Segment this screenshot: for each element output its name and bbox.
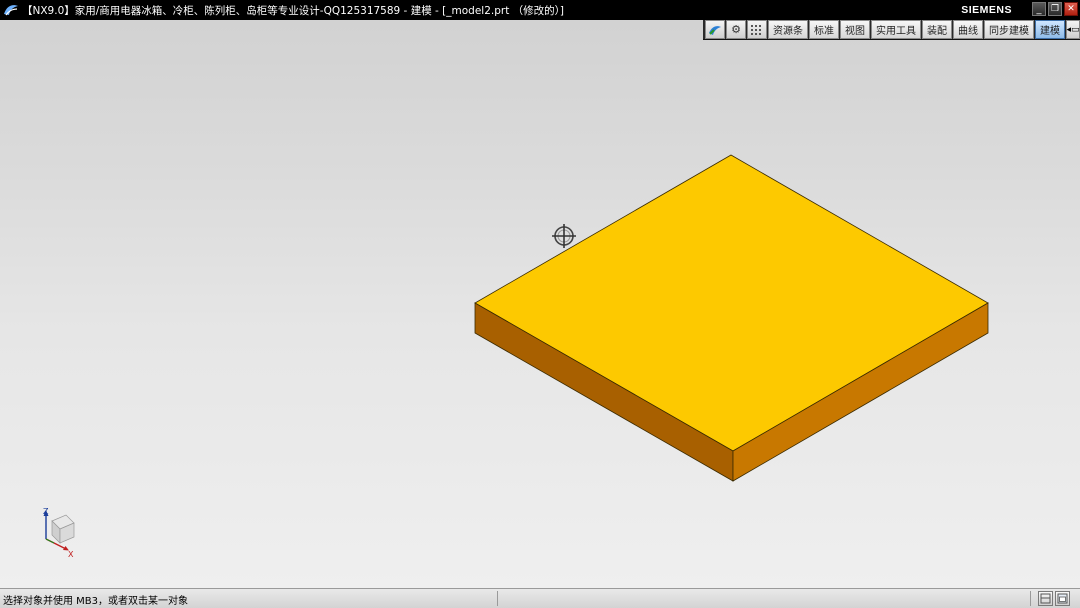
tab-view[interactable]: 视图 (840, 20, 870, 39)
toggle-fullscreen-icon[interactable] (1038, 591, 1053, 606)
tab-synchronous-modeling[interactable]: 同步建模 (984, 20, 1034, 39)
status-bar: 选择对象并使用 MB3，或者双击某一对象 (0, 588, 1080, 608)
minimize-icon: _ (1036, 3, 1042, 15)
ribbon-options-icon[interactable]: ◂▭ (1066, 20, 1080, 39)
close-icon: ✕ (1067, 4, 1075, 14)
status-divider (497, 591, 498, 606)
tab-resource-bar[interactable]: 资源条 (768, 20, 808, 39)
nx-logo-icon[interactable] (2, 1, 20, 19)
tab-assembly[interactable]: 装配 (922, 20, 952, 39)
restore-button[interactable]: ❐ (1048, 2, 1062, 16)
triad-x-label: X (68, 550, 74, 559)
tab-modeling[interactable]: 建模 (1035, 20, 1065, 39)
triad-z-label: Z (43, 507, 49, 516)
ribbon-tab-bar: ⚙ 资源条 标准 视图 实用工具 装配 曲线 同步建模 建模 ◂▭ (703, 20, 1080, 40)
status-divider (1030, 591, 1031, 606)
close-button[interactable]: ✕ (1064, 2, 1078, 16)
minimize-button[interactable]: _ (1032, 2, 1046, 16)
status-prompt: 选择对象并使用 MB3，或者双击某一对象 (3, 596, 189, 607)
tab-utilities[interactable]: 实用工具 (871, 20, 921, 39)
gear-icon[interactable]: ⚙ (726, 20, 746, 39)
quick-access-icon[interactable] (705, 20, 725, 39)
grid-icon[interactable] (747, 20, 767, 39)
tab-standard[interactable]: 标准 (809, 20, 839, 39)
graphics-window[interactable] (0, 20, 1080, 588)
tab-curve[interactable]: 曲线 (953, 20, 983, 39)
window-title: 【NX9.0】家用/商用电器冰箱、冷柜、陈列柜、岛柜等专业设计-QQ125317… (22, 4, 564, 17)
siemens-brand: SIEMENS (961, 4, 1012, 16)
restore-icon: ❐ (1050, 4, 1060, 14)
crosshair-cursor-icon (552, 224, 576, 248)
title-bar: 【NX9.0】家用/商用电器冰箱、冷柜、陈列柜、岛柜等专业设计-QQ125317… (0, 0, 1080, 20)
window-layout-icon[interactable] (1055, 591, 1070, 606)
